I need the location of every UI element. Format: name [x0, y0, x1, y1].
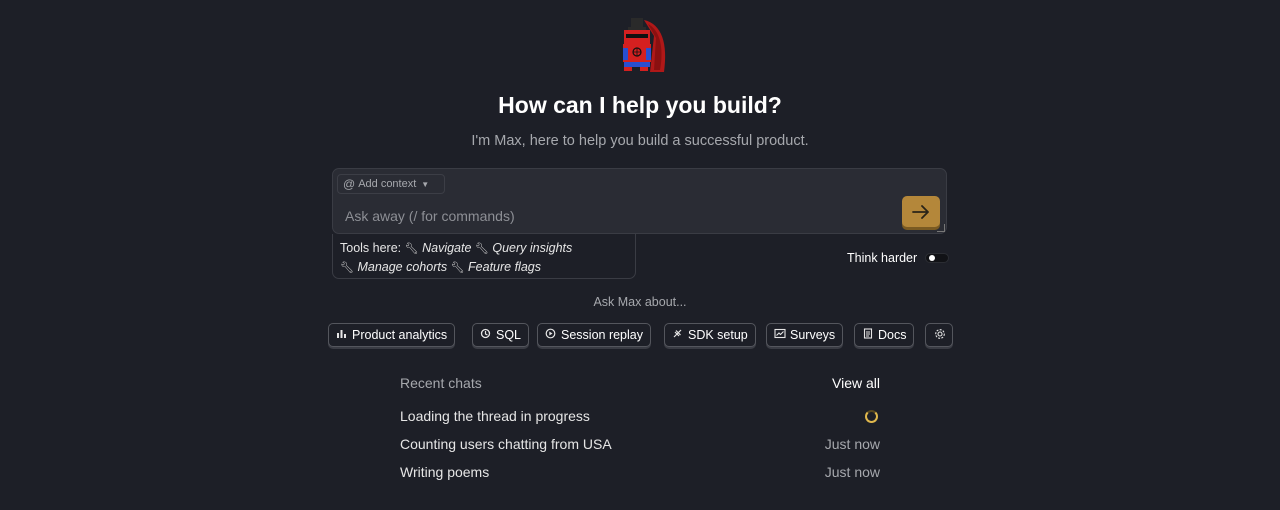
chat-title: Counting users chatting from USA: [400, 436, 612, 452]
add-context-label: Add context: [358, 178, 417, 190]
wrench-icon: 🔧︎: [404, 243, 419, 255]
chip-sql[interactable]: SQL: [472, 323, 530, 347]
add-context-button[interactable]: @ Add context ▼: [337, 174, 445, 194]
chat-title: Writing poems: [400, 464, 490, 480]
think-harder-control[interactable]: Think harder: [847, 250, 950, 266]
page-subtitle: I'm Max, here to help you build a succes…: [471, 133, 809, 149]
wrench-icon: 🔧︎: [340, 262, 354, 274]
sql-icon: [480, 328, 491, 342]
send-button[interactable]: [902, 196, 940, 227]
at-icon: @: [343, 177, 356, 191]
suggestions-heading: Ask Max about...: [593, 295, 687, 309]
chip-sdk-setup[interactable]: SDK setup: [664, 323, 756, 347]
list-item[interactable]: Loading the thread in progress: [400, 407, 880, 425]
wrench-icon: 🔧︎: [474, 243, 489, 255]
tool-navigate: Navigate: [422, 241, 472, 255]
chevron-down-icon: ▼: [421, 179, 430, 189]
tools-prefix: Tools here:: [340, 241, 402, 255]
survey-icon: [774, 328, 786, 342]
tool-feature-flags: Feature flags: [468, 260, 541, 274]
recent-chats-header: Recent chats View all: [400, 374, 880, 392]
chip-label: Surveys: [790, 328, 836, 342]
settings-button[interactable]: [925, 323, 953, 347]
bar-chart-icon: [336, 328, 347, 342]
play-icon: [545, 328, 556, 342]
resize-handle[interactable]: [937, 224, 945, 232]
chat-time: Just now: [824, 436, 880, 452]
chip-label: SDK setup: [688, 328, 748, 342]
list-item[interactable]: Counting users chatting from USA Just no…: [400, 435, 880, 453]
plug-icon: [672, 328, 683, 342]
tool-manage-cohorts: Manage cohorts: [357, 260, 448, 274]
tool-query-insights: Query insights: [492, 241, 573, 255]
chip-label: Docs: [878, 328, 907, 342]
chat-time: Just now: [824, 464, 880, 480]
arrow-right-icon: [912, 204, 929, 219]
chat-title: Loading the thread in progress: [400, 408, 590, 424]
view-all-link[interactable]: View all: [832, 375, 880, 391]
gear-icon: [934, 328, 945, 343]
chip-product-analytics[interactable]: Product analytics: [328, 323, 456, 347]
message-composer: @ Add context ▼: [332, 168, 947, 234]
wrench-icon: 🔧︎: [450, 262, 465, 274]
ask-input[interactable]: [343, 204, 887, 228]
chip-session-replay[interactable]: Session replay: [537, 323, 651, 347]
max-hedgehog-mascot: [623, 18, 666, 72]
max-ai-home: How can I help you build? I'm Max, here …: [0, 0, 1280, 510]
chip-label: SQL: [496, 328, 522, 342]
chip-docs[interactable]: Docs: [854, 323, 915, 347]
chip-label: Session replay: [561, 328, 643, 342]
list-item[interactable]: Writing poems Just now: [400, 463, 880, 481]
tools-panel: Tools here: 🔧︎ Navigate 🔧︎ Query insight…: [332, 234, 636, 279]
chip-surveys[interactable]: Surveys: [766, 323, 844, 347]
chip-label: Product analytics: [352, 328, 448, 342]
doc-icon: [862, 328, 873, 342]
think-harder-label: Think harder: [847, 251, 918, 265]
toggle-knob: [929, 255, 936, 261]
loading-spinner-icon: [865, 409, 878, 423]
recent-chats-label: Recent chats: [400, 375, 482, 391]
think-harder-toggle[interactable]: [925, 253, 950, 263]
page-title: How can I help you build?: [498, 92, 782, 118]
